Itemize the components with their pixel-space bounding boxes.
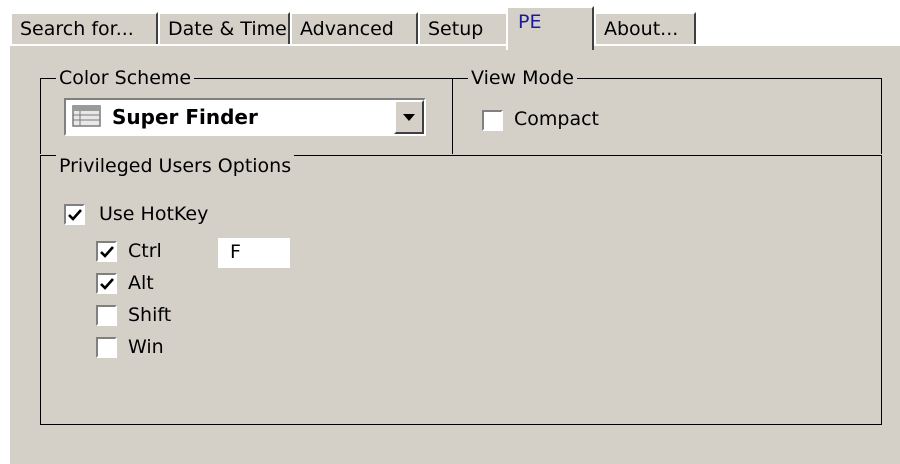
tab-label: Date & Time: [168, 18, 287, 40]
check-icon: [68, 209, 82, 221]
tab-advanced[interactable]: Advanced: [290, 12, 418, 45]
tab-setup[interactable]: Setup: [418, 12, 508, 45]
shift-checkbox[interactable]: [96, 305, 117, 326]
compact-label[interactable]: Compact: [514, 107, 599, 131]
check-icon: [100, 278, 114, 290]
hotkey-key-input[interactable]: F: [218, 238, 290, 268]
combo-selected-value: Super Finder: [112, 105, 258, 129]
tab-strip: Search for... Date & Time Advanced Setup…: [0, 0, 900, 50]
tab-about[interactable]: About...: [594, 12, 696, 45]
use-hotkey-label[interactable]: Use HotKey: [99, 202, 208, 226]
tab-label: PE: [518, 11, 542, 33]
combo-dropdown-button[interactable]: [394, 100, 424, 134]
ctrl-label[interactable]: Ctrl: [128, 239, 162, 263]
alt-label[interactable]: Alt: [128, 271, 154, 295]
tab-label: Advanced: [300, 18, 394, 40]
tab-pe[interactable]: PE: [506, 6, 594, 50]
tab-date-time[interactable]: Date & Time: [158, 12, 290, 45]
compact-checkbox[interactable]: [482, 110, 503, 131]
color-scheme-legend: Color Scheme: [56, 67, 195, 89]
tab-search-for[interactable]: Search for...: [10, 12, 158, 45]
alt-checkbox[interactable]: [96, 273, 117, 294]
palette-icon: [72, 105, 102, 129]
ctrl-checkbox[interactable]: [96, 241, 117, 262]
use-hotkey-checkbox[interactable]: [64, 204, 85, 225]
shift-label[interactable]: Shift: [128, 303, 171, 327]
view-mode-legend: View Mode: [468, 67, 577, 89]
chevron-down-icon: [403, 114, 415, 121]
tab-label: Search for...: [20, 18, 134, 40]
privileged-users-legend: Privileged Users Options: [56, 155, 295, 177]
tab-label: Setup: [428, 18, 484, 40]
color-scheme-combo[interactable]: Super Finder: [64, 98, 426, 136]
win-checkbox[interactable]: [96, 337, 117, 358]
win-label[interactable]: Win: [128, 335, 164, 359]
check-icon: [100, 246, 114, 258]
privileged-users-group: [40, 155, 882, 425]
tab-label: About...: [604, 18, 679, 40]
